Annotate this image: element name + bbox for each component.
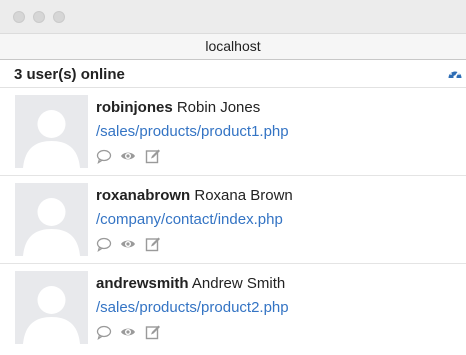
avatar — [15, 95, 88, 168]
edit-icon[interactable] — [145, 324, 161, 340]
avatar — [15, 183, 88, 256]
edit-icon[interactable] — [145, 148, 161, 164]
full-name: Robin Jones — [176, 99, 261, 116]
user-actions — [96, 236, 165, 252]
online-count-label: 3 user(s) online — [14, 66, 125, 83]
user-actions — [96, 324, 165, 340]
user-name-line: roxanabrown Roxana Brown — [96, 187, 293, 204]
username: andrewsmith — [96, 275, 189, 292]
username: robinjones — [96, 99, 173, 116]
online-users-header: 3 user(s) online — [0, 60, 466, 88]
window-minimize-button[interactable] — [33, 11, 45, 23]
avatar — [15, 271, 88, 344]
full-name: Roxana Brown — [194, 187, 293, 204]
chat-bubble-icon[interactable] — [96, 324, 112, 340]
window-close-button[interactable] — [13, 11, 25, 23]
current-page-link[interactable]: /company/contact/index.php — [96, 211, 283, 228]
user-row: andrewsmith Andrew Smith /sales/products… — [0, 264, 466, 355]
user-row: robinjones Robin Jones /sales/products/p… — [0, 88, 466, 176]
edit-icon[interactable] — [145, 236, 161, 252]
eye-icon[interactable] — [120, 148, 136, 164]
eye-icon[interactable] — [120, 324, 136, 340]
user-name-line: andrewsmith Andrew Smith — [96, 275, 285, 292]
current-page-link[interactable]: /sales/products/product2.php — [96, 299, 289, 316]
user-row: roxanabrown Roxana Brown /company/contac… — [0, 176, 466, 264]
dashboard-gauge-icon[interactable] — [447, 66, 463, 82]
window-zoom-button[interactable] — [53, 11, 65, 23]
user-name-line: robinjones Robin Jones — [96, 99, 260, 116]
full-name: Andrew Smith — [191, 275, 286, 292]
chat-bubble-icon[interactable] — [96, 236, 112, 252]
username: roxanabrown — [96, 187, 191, 204]
current-page-link[interactable]: /sales/products/product1.php — [96, 123, 289, 140]
address-bar[interactable]: localhost — [0, 33, 466, 60]
window-titlebar — [0, 0, 466, 33]
user-actions — [96, 148, 165, 164]
eye-icon[interactable] — [120, 236, 136, 252]
chat-bubble-icon[interactable] — [96, 148, 112, 164]
